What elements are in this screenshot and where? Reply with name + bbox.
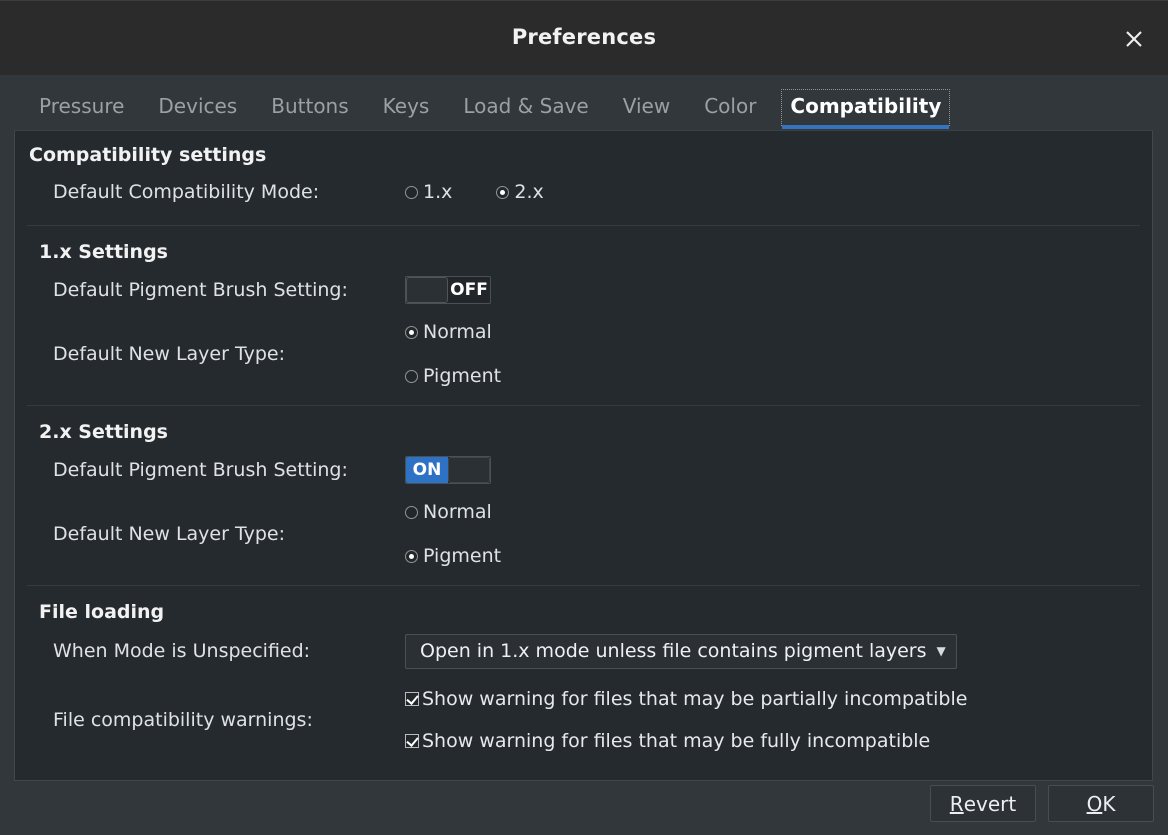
tab-label: Pressure <box>39 94 125 118</box>
toggle-knob <box>406 277 448 303</box>
revert-button[interactable]: Revert <box>930 785 1036 822</box>
checkbox-label: Show warning for files that may be parti… <box>422 688 968 710</box>
radio-dot-icon <box>405 325 418 339</box>
tab-label: Compatibility <box>790 94 942 118</box>
tab-buttons[interactable]: Buttons <box>262 89 357 126</box>
radio-compat-mode-2x[interactable]: 2.x <box>496 181 544 203</box>
tab-color[interactable]: Color <box>695 89 765 126</box>
tab-label: Color <box>704 94 757 118</box>
page-title: Preferences <box>511 25 657 49</box>
label-1x-new-layer-type: Default New Layer Type: <box>53 343 285 365</box>
row-1x-new-layer-type: Default New Layer Type: Normal Pigment <box>15 311 1152 397</box>
checkmark-icon <box>405 734 419 748</box>
tab-compatibility[interactable]: Compatibility <box>781 89 951 129</box>
label-default-compatibility-mode: Default Compatibility Mode: <box>53 181 320 203</box>
row-when-mode-unspecified: When Mode is Unspecified: Open in 1.x mo… <box>15 627 1152 675</box>
section-title-2x-settings: 2.x Settings <box>39 421 168 443</box>
checkbox-warn-fully-incompatible[interactable]: Show warning for files that may be fully… <box>405 730 930 752</box>
radio-2x-layer-normal[interactable]: Normal <box>405 501 492 523</box>
checkmark-icon <box>405 692 419 706</box>
row-file-compat-warnings: File compatibility warnings: Show warnin… <box>15 675 1152 765</box>
dropdown-value: Open in 1.x mode unless file contains pi… <box>420 640 927 662</box>
revert-button-label: evert <box>963 791 1017 816</box>
radio-dot-icon <box>496 185 510 199</box>
radio-label: Pigment <box>423 365 502 387</box>
dropdown-unspecified-mode[interactable]: Open in 1.x mode unless file contains pi… <box>405 633 957 669</box>
radio-dot-icon <box>405 185 418 199</box>
tab-keys[interactable]: Keys <box>374 89 439 126</box>
tab-label: Keys <box>382 94 430 118</box>
radio-1x-layer-normal[interactable]: Normal <box>405 321 492 343</box>
checkbox-warn-partially-incompatible[interactable]: Show warning for files that may be parti… <box>405 688 967 710</box>
dialog-footer: Revert OK <box>0 785 1168 835</box>
radio-label: Normal <box>423 501 492 523</box>
title-bar: Preferences <box>0 0 1168 75</box>
row-2x-new-layer-type: Default New Layer Type: Normal Pigment <box>15 491 1152 577</box>
toggle-state-label: ON <box>406 457 448 483</box>
tab-label: Load & Save <box>463 94 589 118</box>
row-1x-pigment-brush: Default Pigment Brush Setting: OFF <box>15 269 1152 311</box>
close-button[interactable] <box>1114 20 1154 58</box>
close-icon <box>1123 28 1145 50</box>
checkbox-label: Show warning for files that may be fully… <box>422 730 931 752</box>
radio-compat-mode-1x[interactable]: 1.x <box>405 181 452 203</box>
radio-label: Normal <box>423 321 492 343</box>
section-title-1x-settings: 1.x Settings <box>39 241 168 263</box>
ok-button-label: K <box>1102 791 1116 816</box>
radio-dot-icon <box>405 505 418 519</box>
row-2x-pigment-brush: Default Pigment Brush Setting: ON <box>15 449 1152 491</box>
label-1x-pigment-brush: Default Pigment Brush Setting: <box>53 279 348 301</box>
section-title-compatibility-settings: Compatibility settings <box>29 144 267 166</box>
section-title-file-loading: File loading <box>39 601 165 623</box>
revert-button-mnemonic: R <box>949 791 964 816</box>
radio-label: Pigment <box>423 545 502 567</box>
row-default-compatibility-mode: Default Compatibility Mode: 1.x 2.x <box>15 170 1152 214</box>
chevron-down-icon: ▼ <box>936 644 946 658</box>
ok-button[interactable]: OK <box>1048 785 1154 822</box>
tab-pressure[interactable]: Pressure <box>30 89 133 126</box>
radio-dot-icon <box>405 369 418 383</box>
radio-1x-layer-pigment[interactable]: Pigment <box>405 365 501 387</box>
tab-view[interactable]: View <box>614 89 679 126</box>
radio-label: 2.x <box>514 181 544 203</box>
toggle-state-label: OFF <box>450 280 488 300</box>
tab-load-and-save[interactable]: Load & Save <box>454 89 597 126</box>
toggle-knob <box>448 457 490 483</box>
radio-2x-layer-pigment[interactable]: Pigment <box>405 545 501 567</box>
label-when-mode-unspecified: When Mode is Unspecified: <box>53 640 311 662</box>
tab-label: View <box>622 94 671 118</box>
tab-label: Buttons <box>271 94 349 118</box>
tab-bar: Pressure Devices Buttons Keys Load & Sav… <box>14 76 1154 129</box>
label-2x-new-layer-type: Default New Layer Type: <box>53 523 285 545</box>
tab-label: Devices <box>158 94 238 118</box>
toggle-2x-pigment-brush[interactable]: ON <box>405 456 491 484</box>
label-file-compat-warnings: File compatibility warnings: <box>53 709 313 731</box>
ok-button-mnemonic: O <box>1086 791 1103 816</box>
tab-devices[interactable]: Devices <box>149 89 246 126</box>
label-2x-pigment-brush: Default Pigment Brush Setting: <box>53 459 348 481</box>
compatibility-panel: Compatibility settings Default Compatibi… <box>14 130 1153 781</box>
toggle-1x-pigment-brush[interactable]: OFF <box>405 276 491 304</box>
radio-dot-icon <box>405 549 418 563</box>
radio-label: 1.x <box>423 181 453 203</box>
